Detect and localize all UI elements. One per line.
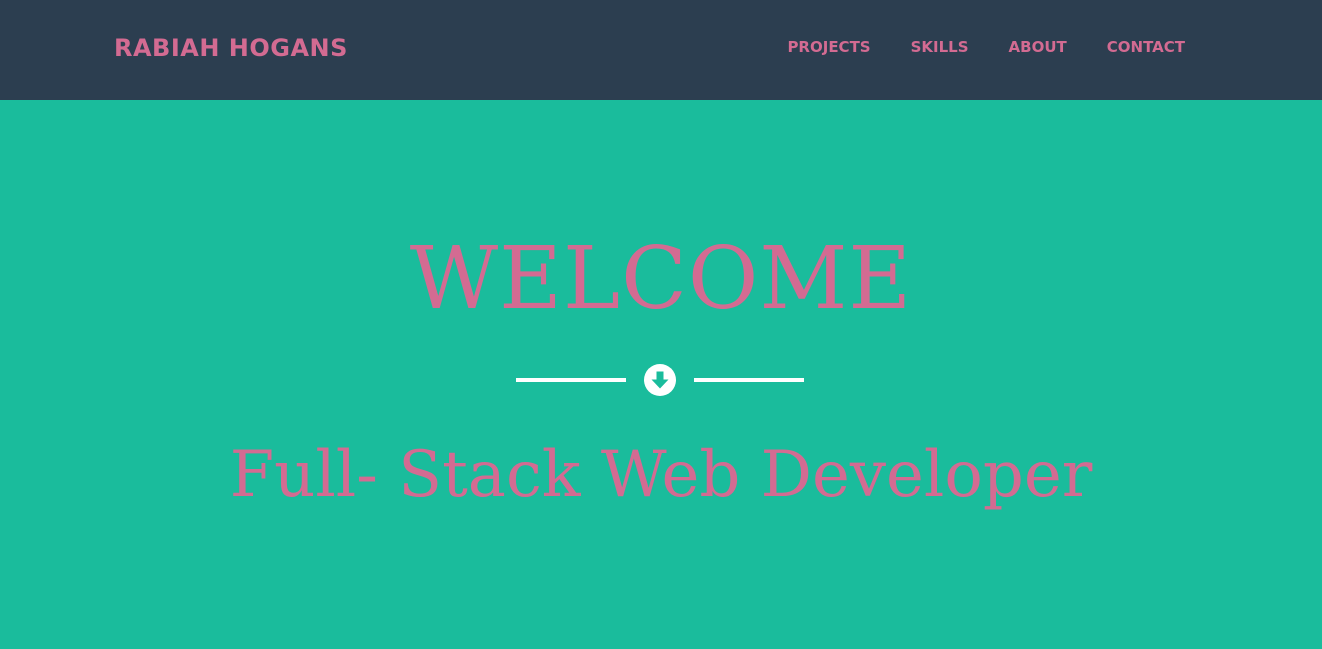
nav-link-contact[interactable]: CONTACT xyxy=(1107,38,1185,56)
nav-item-about: ABOUT xyxy=(1009,36,1067,58)
hero-subtitle: Full- Stack Web Developer xyxy=(229,438,1093,512)
nav-link-projects[interactable]: PROJECTS xyxy=(787,38,870,56)
divider-line-left xyxy=(516,378,626,382)
navbar: RABIAH HOGANS PROJECTS SKILLS ABOUT CONT… xyxy=(0,0,1322,100)
nav-menu: PROJECTS SKILLS ABOUT CONTACT xyxy=(787,36,1185,58)
hero-title: WELCOME xyxy=(409,229,913,329)
nav-item-skills: SKILLS xyxy=(911,36,969,58)
nav-link-about[interactable]: ABOUT xyxy=(1009,38,1067,56)
nav-link-skills[interactable]: SKILLS xyxy=(911,38,969,56)
hero-divider xyxy=(516,363,804,397)
nav-item-projects: PROJECTS xyxy=(787,36,870,58)
brand-link[interactable]: RABIAH HOGANS xyxy=(114,31,348,65)
nav-item-contact: CONTACT xyxy=(1107,36,1185,58)
hero-section: WELCOME Full- Stack Web Developer xyxy=(0,100,1322,649)
divider-line-right xyxy=(694,378,804,382)
arrow-circle-down-icon[interactable] xyxy=(644,364,676,396)
